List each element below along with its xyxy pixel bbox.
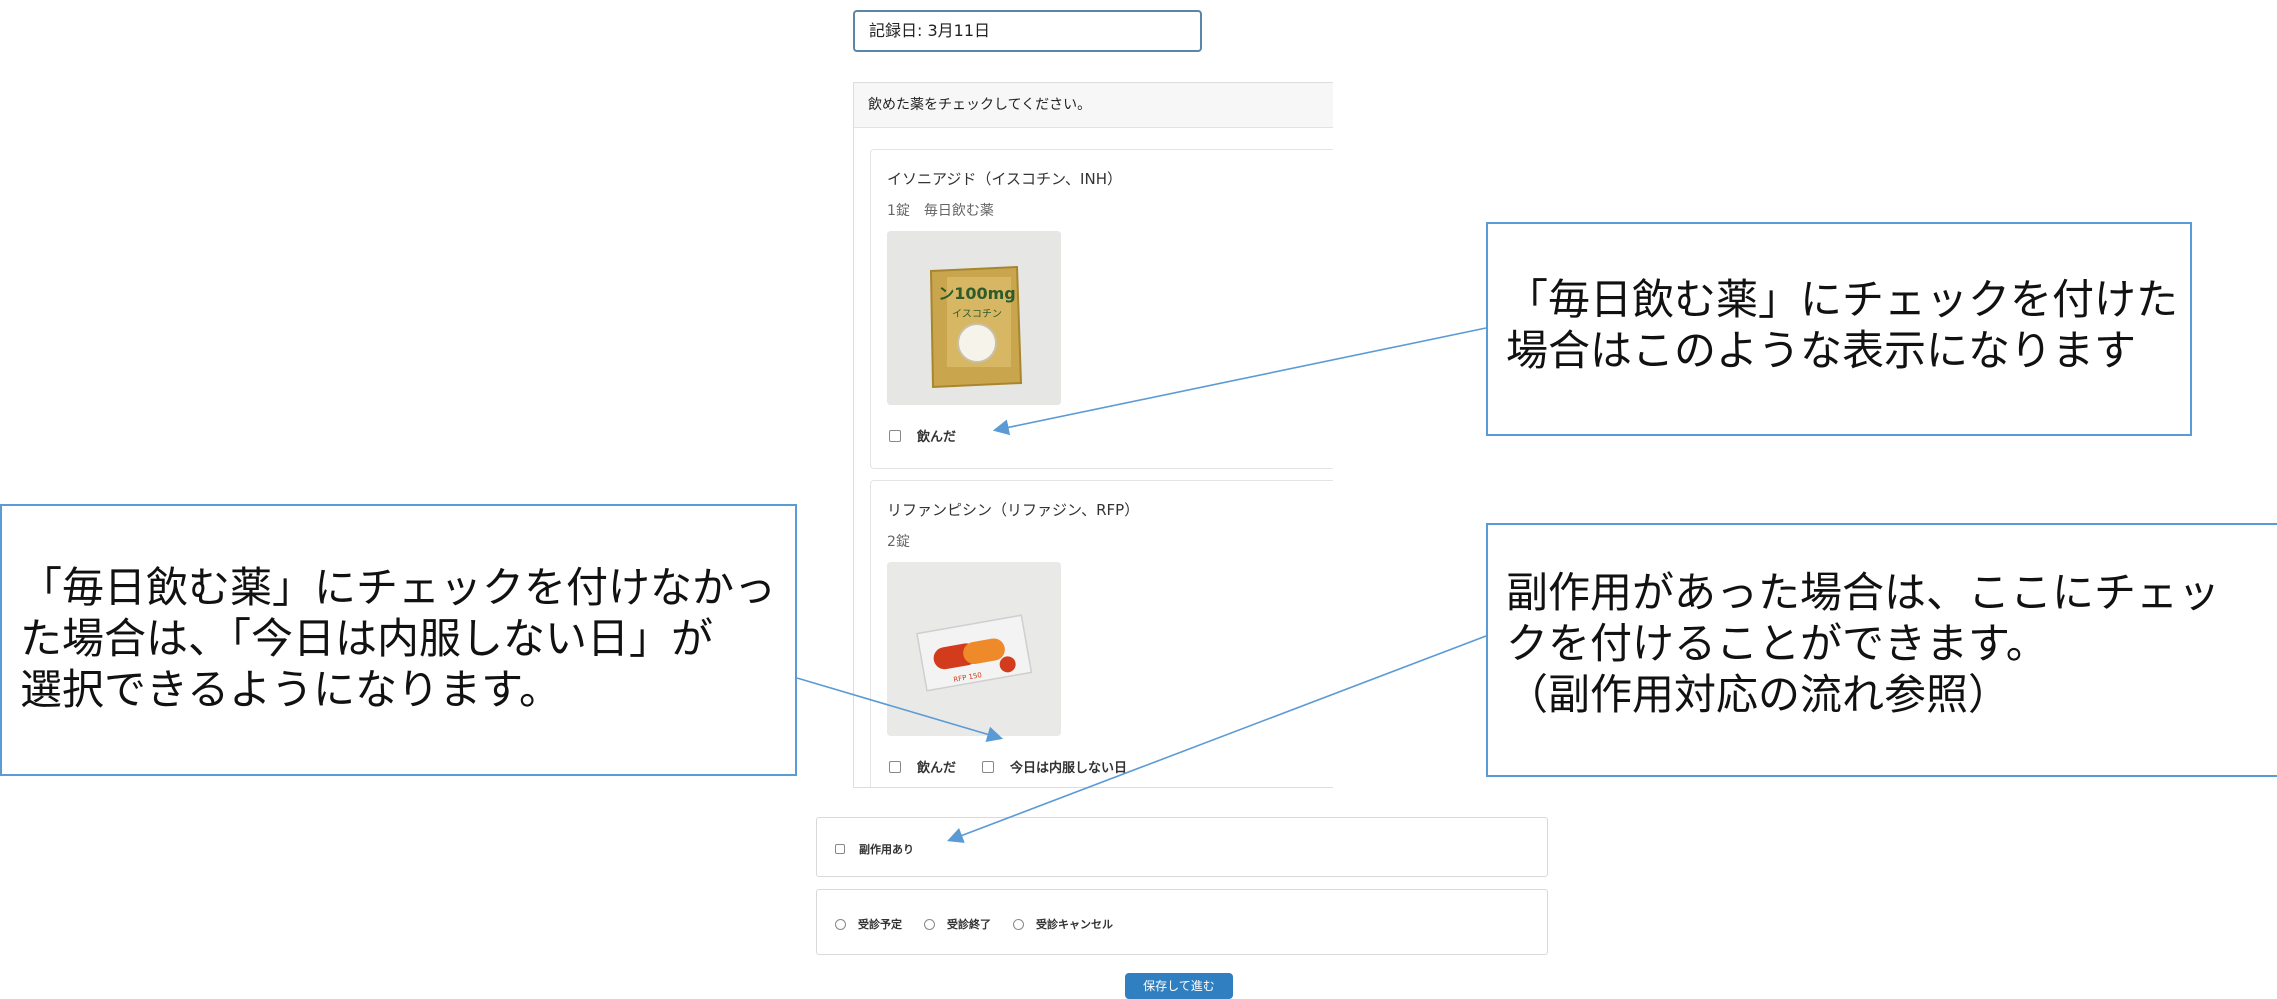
checkbox[interactable]	[889, 429, 901, 442]
taken-checkbox-row[interactable]: 飲んだ	[889, 426, 956, 445]
save-and-continue-button[interactable]: 保存して進む	[1125, 973, 1233, 999]
medication-name: イソニアジド（イスコチン、INH）	[887, 170, 1122, 188]
not-taking-today-checkbox[interactable]	[982, 760, 995, 773]
callout-line: 「毎日飲む薬」にチェックを付けた	[1506, 275, 2179, 324]
callout-line: 「毎日飲む薬」にチェックを付けなかっ	[20, 563, 777, 612]
pill-image: ン100mg イスコチン	[887, 231, 1061, 405]
medication-card-rifampicin: リファンピシン（リファジン、RFP） 2錠 RFP 150 飲んだ 今日は内服し…	[870, 480, 1333, 787]
medication-card-isoniazid: イソニアジド（イスコチン、INH） 1錠 毎日飲む薬 ン100mg イスコチン …	[870, 149, 1333, 469]
taken-checkbox[interactable]	[889, 760, 901, 773]
medication-panel: 飲めた薬をチェックしてください。 イソニアジド（イスコチン、INH） 1錠 毎日…	[853, 82, 1333, 788]
callout-line: 場合はこのような表示になります	[1506, 326, 2137, 376]
taken-label: 飲んだ	[917, 761, 957, 776]
visit-status-box: 受診予定 受診終了 受診キャンセル	[816, 889, 1548, 955]
medication-dose: 1錠 毎日飲む薬	[887, 203, 994, 219]
medication-photo: ン100mg イスコチン	[887, 231, 1061, 405]
visit-radio-group: 受診予定 受診終了 受診キャンセル	[835, 916, 1113, 932]
side-effect-box: 副作用あり	[816, 817, 1548, 877]
callout-line: クを付けることができます。	[1506, 619, 2048, 669]
callout-daily-checked: 「毎日飲む薬」にチェックを付けた 場合はこのような表示になります	[1486, 222, 2192, 436]
radio-visit-cancelled[interactable]	[1013, 918, 1024, 930]
checkbox-row: 飲んだ 今日は内服しない日	[889, 757, 1127, 776]
medication-photo: RFP 150	[887, 562, 1061, 736]
callout-line: 選択できるようになります。	[20, 665, 561, 715]
side-effect-label: 副作用あり	[859, 843, 914, 856]
side-effect-checkbox-row[interactable]: 副作用あり	[835, 841, 914, 857]
capsule-image: RFP 150	[887, 562, 1061, 736]
callout-line: た場合は、「今日は内服しない日」が	[20, 614, 714, 664]
medication-dose: 2錠	[887, 534, 910, 550]
date-field[interactable]: 記録日: 3月11日	[853, 10, 1202, 52]
callout-line: 副作用があった場合は、ここにチェッ	[1506, 568, 2221, 617]
not-taking-today-label: 今日は内服しない日	[1010, 761, 1128, 776]
panel-header: 飲めた薬をチェックしてください。	[854, 83, 1333, 128]
visit-cancelled-label: 受診キャンセル	[1036, 918, 1113, 931]
photo-sub-label: イスコチン	[952, 308, 1002, 320]
visit-scheduled-label: 受診予定	[858, 918, 902, 931]
radio-visit-completed[interactable]	[924, 918, 935, 930]
medication-name: リファンピシン（リファジン、RFP）	[887, 501, 1140, 519]
radio-visit-scheduled[interactable]	[835, 918, 846, 930]
visit-completed-label: 受診終了	[947, 918, 991, 931]
callout-daily-unchecked: 「毎日飲む薬」にチェックを付けなかっ た場合は、「今日は内服しない日」が 選択で…	[0, 504, 797, 776]
callout-side-effect: 副作用があった場合は、ここにチェッ クを付けることができます。 （副作用対応の流…	[1486, 523, 2277, 777]
photo-label: ン100mg	[938, 284, 1016, 303]
callout-line: （副作用対応の流れ参照）	[1506, 670, 2011, 720]
checkbox-label: 飲んだ	[917, 430, 957, 445]
side-effect-checkbox[interactable]	[835, 844, 845, 854]
